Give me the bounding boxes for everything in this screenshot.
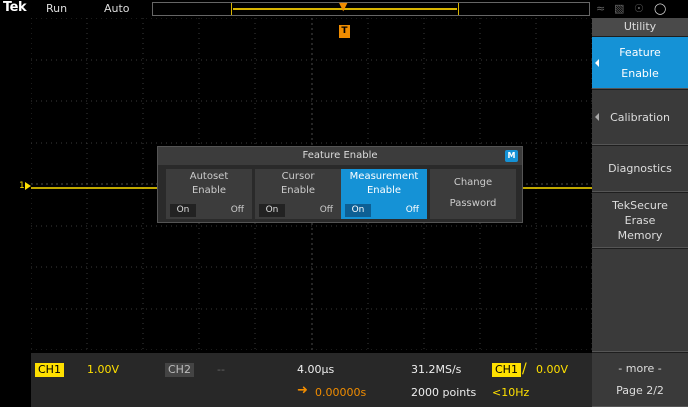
cursor-label: Cursor [281, 171, 315, 182]
side-menu-feature-enable[interactable]: Feature Enable [592, 37, 688, 89]
wifi-icon: ≈ [596, 2, 606, 15]
autoset-off-option[interactable]: Off [231, 204, 244, 217]
trigger-position-marker[interactable]: T [339, 25, 350, 38]
record-length: 2000 points [411, 386, 477, 399]
ch2-badge[interactable]: CH2 [165, 363, 194, 377]
trigger-slope-icon: / [522, 361, 527, 377]
record-view-left-edge [231, 3, 232, 15]
cursor-on-option[interactable]: On [259, 204, 285, 217]
measurement-enable-toggle[interactable]: Measurement Enable On Off [341, 169, 427, 219]
record-view: ▼ [152, 0, 590, 16]
side-menu-teksecure[interactable]: TekSecure Erase Memory [592, 193, 688, 248]
ch1-ground-marker[interactable]: 1 [19, 181, 25, 191]
autoset-enable-label: Enable [191, 185, 227, 196]
ch1-badge[interactable]: CH1 [35, 363, 64, 377]
measurement-on-option[interactable]: On [345, 204, 371, 217]
trigger-mode[interactable]: Auto [104, 2, 130, 15]
trigger-position-readout[interactable]: 0.00000s [315, 386, 366, 399]
trigger-level[interactable]: 0.00V [536, 363, 568, 376]
cursor-enable-toggle[interactable]: Cursor Enable On Off [255, 169, 341, 219]
autoset-enable-toggle[interactable]: Autoset Enable On Off [166, 169, 252, 219]
top-status-bar: Tek Run Auto ▼ [0, 0, 590, 18]
cursor-enable-label: Enable [280, 185, 316, 196]
side-menu-more[interactable]: - more - Page 2/2 [592, 353, 688, 407]
autoset-label: Autoset [189, 171, 229, 182]
tek-logo: Tek [3, 0, 27, 15]
record-view-trigger-marker: ▼ [339, 0, 348, 13]
autoset-on-option[interactable]: On [170, 204, 196, 217]
cursor-off-option[interactable]: Off [320, 204, 333, 217]
help-icon[interactable]: ◯ [654, 2, 666, 15]
measurement-enable-label: Enable [366, 185, 402, 196]
horizontal-scale[interactable]: 4.00µs [297, 363, 334, 376]
trigger-frequency: <10Hz [492, 386, 530, 399]
ch1-ground-arrow-icon [25, 182, 31, 190]
side-menu: Utility Feature Enable Calibration Diagn… [592, 18, 688, 407]
change-password-button[interactable]: Change Password [430, 169, 516, 219]
menu-badge-icon: M [505, 150, 518, 162]
trigger-position-arrow-icon: ➜ [297, 383, 308, 398]
measurement-off-option[interactable]: Off [406, 204, 419, 217]
side-menu-calibration[interactable]: Calibration [592, 90, 688, 145]
change-label: Change [453, 177, 493, 188]
side-menu-diagnostics[interactable]: Diagnostics [592, 146, 688, 192]
network-icon: ▧ [614, 2, 625, 15]
bottom-readout-bar: CH1 1.00V CH2 -- 4.00µs 31.2MS/s 2000 po… [31, 353, 592, 407]
ch2-scale: -- [217, 363, 225, 376]
side-menu-title: Utility [592, 18, 688, 36]
dialog-title: Feature Enable [158, 147, 522, 165]
run-status[interactable]: Run [46, 2, 67, 15]
ch1-scale[interactable]: 1.00V [87, 363, 119, 376]
sample-rate: 31.2MS/s [411, 363, 462, 376]
top-icons: ≈ ▧ ☉ ◯ [592, 0, 688, 18]
side-menu-feature-arrow-icon [595, 59, 599, 67]
side-menu-empty-slot [592, 249, 688, 352]
trigger-source-badge[interactable]: CH1 [492, 363, 521, 377]
side-menu-calibration-arrow-icon [595, 113, 599, 121]
password-label: Password [449, 198, 497, 209]
feature-enable-dialog: Feature Enable M Autoset Enable On Off C… [157, 146, 523, 223]
measurement-label: Measurement [349, 171, 419, 182]
record-view-right-edge [458, 3, 459, 15]
usb-icon: ☉ [634, 2, 644, 15]
